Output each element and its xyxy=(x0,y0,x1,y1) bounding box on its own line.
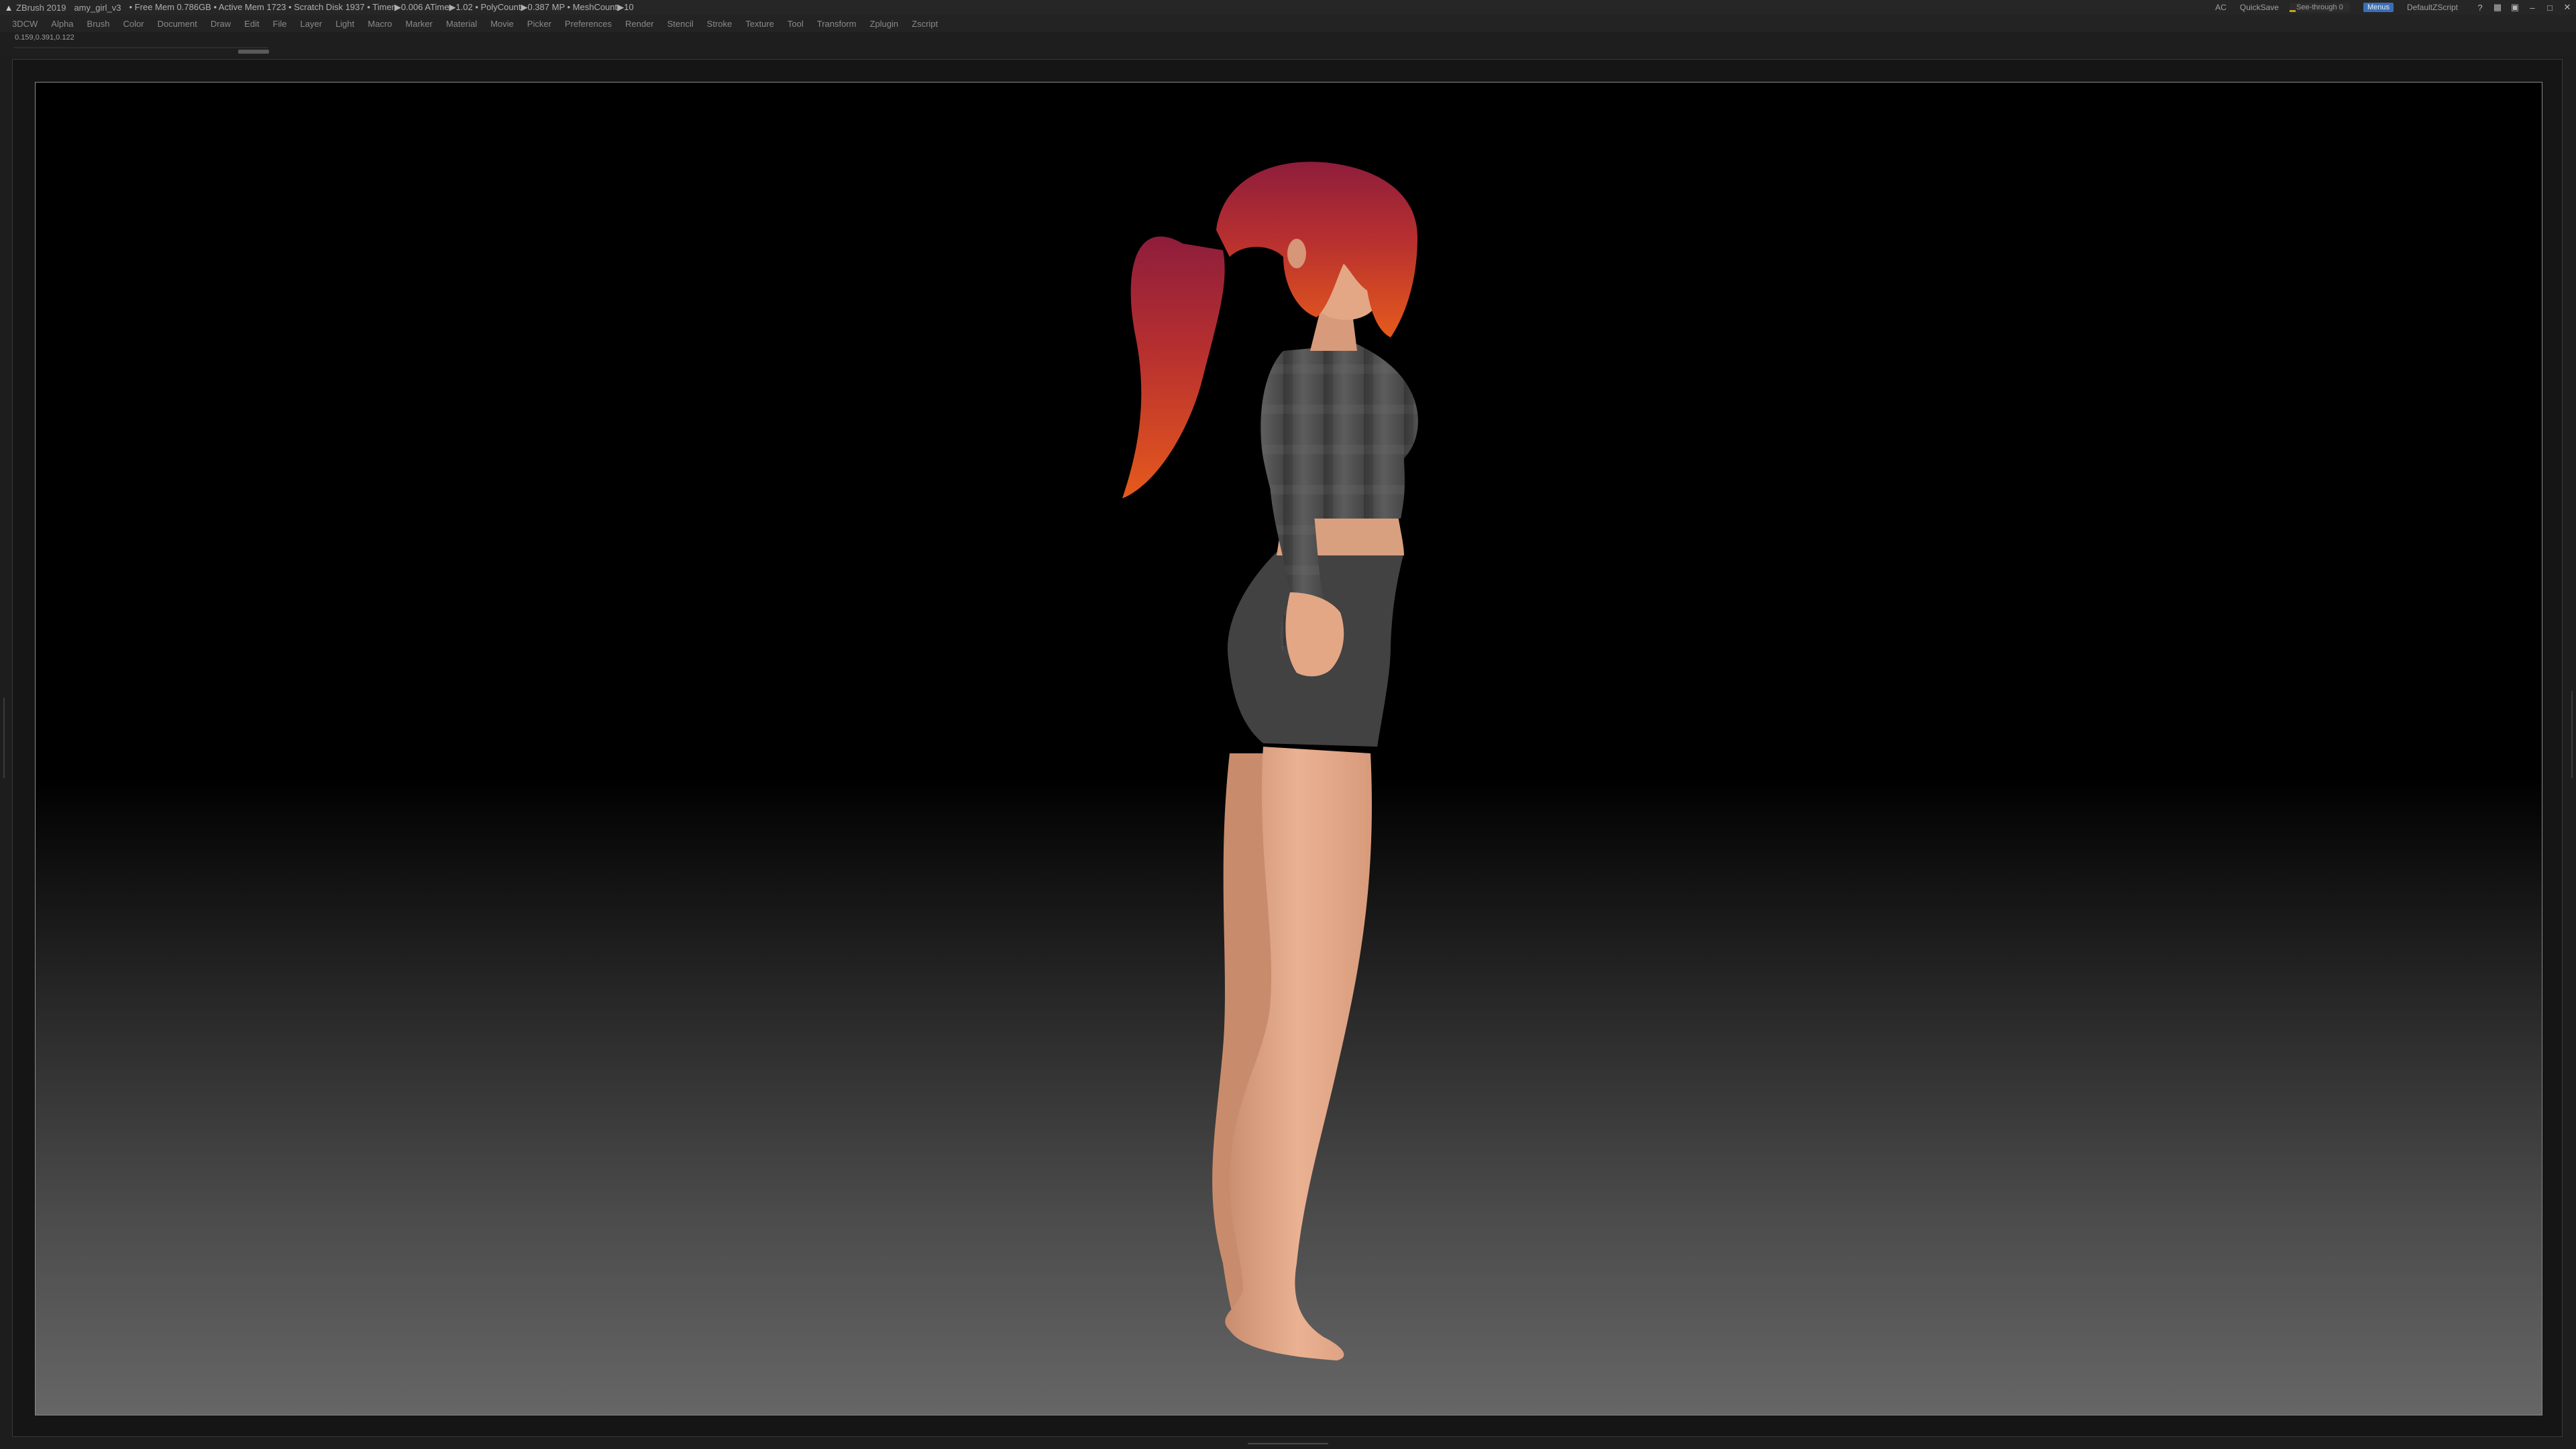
panel-resize-handle[interactable] xyxy=(238,50,269,54)
menu-item-texture[interactable]: Texture xyxy=(745,19,774,29)
menu-item-render[interactable]: Render xyxy=(625,19,654,29)
layout-icon[interactable]: ▦ xyxy=(2489,2,2506,13)
menu-item-brush[interactable]: Brush xyxy=(87,19,110,29)
document-name: amy_girl_v3 xyxy=(74,2,121,13)
menu-item-draw[interactable]: Draw xyxy=(211,19,231,29)
menu-item-3dcw[interactable]: 3DCW xyxy=(12,19,38,29)
menu-item-zplugin[interactable]: Zplugin xyxy=(870,19,899,29)
see-through-label: See-through 0 xyxy=(2296,3,2343,11)
ponytail xyxy=(1122,236,1225,498)
default-zscript-button[interactable]: DefaultZScript xyxy=(2407,3,2458,12)
menu-item-document[interactable]: Document xyxy=(158,19,197,29)
close-icon[interactable]: ✕ xyxy=(2559,2,2576,13)
see-through-fill xyxy=(2289,10,2296,12)
coordinate-readout: 0.159,0.391,0.122 xyxy=(15,34,74,42)
menu-item-zscript[interactable]: Zscript xyxy=(912,19,938,29)
viewport-canvas[interactable] xyxy=(35,82,2542,1415)
menu-item-layer[interactable]: Layer xyxy=(301,19,323,29)
character-model xyxy=(1122,162,1418,1360)
info-bar: 0.159,0.391,0.122 xyxy=(0,32,2576,56)
bottom-tray-handle[interactable] xyxy=(1248,1441,1328,1446)
quicksave-button[interactable]: QuickSave xyxy=(2240,3,2279,12)
see-through-slider[interactable]: See-through 0 xyxy=(2289,3,2350,12)
menu-item-stroke[interactable]: Stroke xyxy=(707,19,733,29)
info-slider-track xyxy=(13,47,268,48)
help-icon[interactable]: ? xyxy=(2471,3,2489,13)
menu-item-light[interactable]: Light xyxy=(335,19,354,29)
menu-item-stencil[interactable]: Stencil xyxy=(667,19,694,29)
right-tray-handle[interactable] xyxy=(2569,691,2575,778)
menu-item-marker[interactable]: Marker xyxy=(405,19,432,29)
minimize-icon[interactable]: – xyxy=(2524,3,2541,13)
menu-item-picker[interactable]: Picker xyxy=(527,19,551,29)
menus-button[interactable]: Menus xyxy=(2363,3,2394,12)
menu-item-transform[interactable]: Transform xyxy=(817,19,857,29)
menu-item-edit[interactable]: Edit xyxy=(244,19,259,29)
ear xyxy=(1287,239,1306,268)
memory-stats: • Free Mem 0.786GB • Active Mem 1723 • S… xyxy=(129,2,634,12)
menu-item-movie[interactable]: Movie xyxy=(490,19,514,29)
menu-item-file[interactable]: File xyxy=(273,19,287,29)
hair xyxy=(1216,162,1417,337)
window-controls: ? ▦ ▣ – □ ✕ xyxy=(2471,2,2576,13)
main-menu-bar: 3DCW Alpha Brush Color Document Draw Edit File L… xyxy=(0,15,2576,32)
menu-item-preferences[interactable]: Preferences xyxy=(565,19,612,29)
left-tray-handle[interactable] xyxy=(1,698,7,778)
maximize-icon[interactable]: □ xyxy=(2541,3,2559,13)
ac-toggle[interactable]: AC xyxy=(2215,3,2226,12)
title-bar: ▲ ZBrush 2019 amy_girl_v3 • Free Mem 0.7… xyxy=(0,0,2576,15)
zbrush-logo-icon: ▲ xyxy=(4,2,13,13)
menu-item-color[interactable]: Color xyxy=(123,19,144,29)
menu-item-alpha[interactable]: Alpha xyxy=(51,19,73,29)
menu-item-tool[interactable]: Tool xyxy=(788,19,804,29)
menu-item-material[interactable]: Material xyxy=(446,19,477,29)
lock-icon[interactable]: ▣ xyxy=(2506,2,2524,13)
app-title: ZBrush 2019 xyxy=(16,2,66,13)
titlebar-right-controls: AC QuickSave See-through 0 Menus Default… xyxy=(2208,0,2576,15)
menu-item-macro[interactable]: Macro xyxy=(368,19,392,29)
